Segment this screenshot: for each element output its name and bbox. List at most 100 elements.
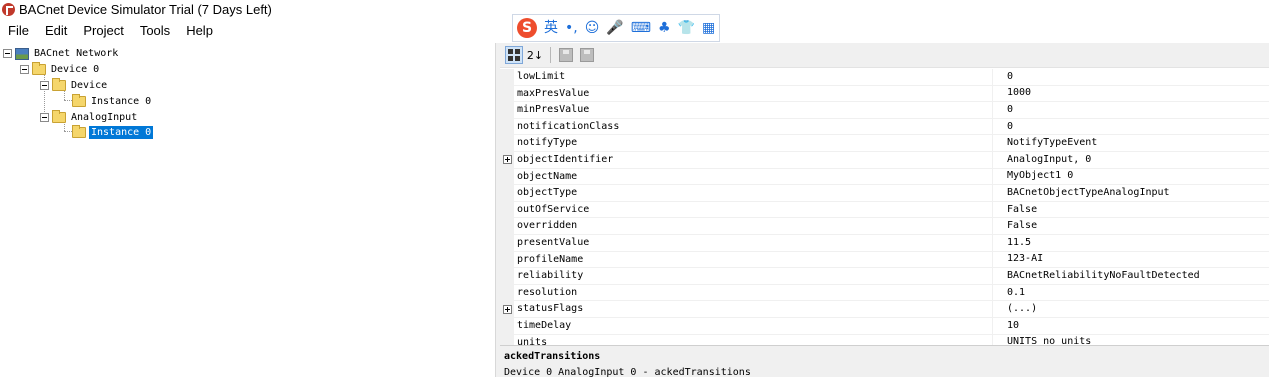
property-row-margin <box>500 185 514 201</box>
folder-icon <box>72 94 86 107</box>
property-value[interactable]: (...) <box>993 301 1037 317</box>
property-row-margin <box>500 251 514 268</box>
property-row[interactable]: lowLimit 0 <box>500 69 1269 86</box>
alphabetical-sort-button[interactable]: 2↓ <box>526 46 544 64</box>
property-row[interactable]: notificationClass 0 <box>500 118 1269 136</box>
property-value[interactable]: False <box>993 218 1037 234</box>
save-all-button[interactable] <box>578 46 596 64</box>
collapse-icon[interactable] <box>20 65 29 74</box>
categorized-view-button[interactable] <box>505 46 523 64</box>
property-row-margin <box>500 118 514 135</box>
property-name: outOfService <box>514 201 993 218</box>
tree-node-label: Device 0 <box>51 64 100 75</box>
property-row-margin <box>500 318 514 334</box>
property-value[interactable]: False <box>993 202 1037 218</box>
property-row[interactable]: objectIdentifier AnalogInput, 0 <box>500 152 1269 169</box>
window-title: BACnet Device Simulator Trial (7 Days Le… <box>19 1 272 17</box>
property-row-margin <box>500 301 514 317</box>
property-row[interactable]: statusFlags (...) <box>500 301 1269 318</box>
folder-icon <box>32 62 46 75</box>
property-name: resolution <box>514 284 993 301</box>
property-value[interactable]: UNITS_no_units <box>993 334 1091 345</box>
property-value[interactable]: 11.5 <box>993 235 1031 251</box>
property-row[interactable]: outOfService False <box>500 201 1269 219</box>
property-row[interactable]: objectType BACnetObjectTypeAnalogInput <box>500 185 1269 202</box>
folder-icon <box>52 78 66 91</box>
folder-open-icon <box>72 125 86 138</box>
save-icon <box>559 48 573 62</box>
property-row[interactable]: notifyType NotifyTypeEvent <box>500 135 1269 152</box>
tree-node-device[interactable]: Device <box>40 78 109 93</box>
property-value[interactable]: 0.1 <box>993 285 1025 301</box>
property-name: lowLimit <box>514 69 993 85</box>
property-value[interactable]: 0 <box>993 102 1013 118</box>
property-name: minPresValue <box>514 102 993 118</box>
ime-skin-icon[interactable]: 👕 <box>678 18 695 38</box>
property-name: timeDelay <box>514 318 993 334</box>
tree-node-label: Instance 0 <box>91 96 152 107</box>
property-row-margin <box>500 268 514 284</box>
property-value[interactable]: 1000 <box>993 85 1031 101</box>
menu-file[interactable]: File <box>0 20 37 42</box>
property-name: units <box>514 334 993 345</box>
tree-node-analoginput[interactable]: AnalogInput <box>40 110 139 125</box>
property-name: statusFlags <box>514 301 993 317</box>
tree-node-device-instance-0[interactable]: Instance 0 <box>72 94 153 109</box>
ime-emoji-icon[interactable]: ☺ <box>585 18 600 38</box>
property-value[interactable]: 0 <box>993 69 1013 85</box>
property-value[interactable]: 0 <box>993 119 1013 135</box>
property-row-margin <box>500 102 514 118</box>
tree-node-device-0[interactable]: Device 0 <box>20 62 101 77</box>
property-row-margin <box>500 152 514 168</box>
tree-node-network[interactable]: BACnet Network <box>3 46 120 61</box>
property-value[interactable]: 123-AI <box>993 251 1043 267</box>
tree-connector <box>64 100 72 101</box>
property-row[interactable]: profileName 123-AI <box>500 251 1269 269</box>
property-row[interactable]: reliability BACnetReliabilityNoFaultDetec… <box>500 268 1269 285</box>
property-row-margin <box>500 85 514 102</box>
ime-microphone-icon[interactable]: 🎤 <box>606 18 623 38</box>
tree-node-label: BACnet Network <box>34 48 119 59</box>
ime-apps-icon[interactable]: ▦ <box>702 18 715 38</box>
property-row-margin <box>500 235 514 251</box>
ime-toolbar: S 英 •, ☺ 🎤 ⌨ ♣ 👕 ▦ <box>512 14 720 42</box>
toolbar-separator <box>550 47 551 63</box>
property-row[interactable]: overridden False <box>500 218 1269 235</box>
property-value[interactable]: MyObject1 0 <box>993 168 1073 184</box>
expand-icon[interactable] <box>502 155 512 165</box>
expand-icon[interactable] <box>502 304 512 314</box>
ime-language-toggle[interactable]: 英 <box>544 18 558 38</box>
collapse-icon[interactable] <box>3 49 12 58</box>
property-value[interactable]: BACnetReliabilityNoFaultDetected <box>993 268 1200 284</box>
tree-node-label-selected: Instance 0 <box>89 126 154 139</box>
property-value[interactable]: NotifyTypeEvent <box>993 135 1097 151</box>
description-text: Device 0 AnalogInput 0 - ackedTransition… <box>504 367 751 377</box>
ime-keyboard-icon[interactable]: ⌨ <box>631 18 651 38</box>
collapse-icon[interactable] <box>40 81 49 90</box>
property-value[interactable]: BACnetObjectTypeAnalogInput <box>993 185 1170 201</box>
app-logo-icon <box>2 2 15 16</box>
property-value[interactable]: AnalogInput, 0 <box>993 152 1091 168</box>
property-value[interactable]: 10 <box>993 318 1019 334</box>
property-name: maxPresValue <box>514 85 993 102</box>
property-row[interactable]: units UNITS_no_units <box>500 334 1269 345</box>
ime-user-icon[interactable]: ♣ <box>658 18 671 38</box>
ime-logo-icon[interactable]: S <box>517 18 537 38</box>
property-name: profileName <box>514 251 993 268</box>
tree-node-analoginput-instance-0[interactable]: Instance 0 <box>72 125 154 140</box>
property-row[interactable]: maxPresValue 1000 <box>500 85 1269 103</box>
property-row[interactable]: timeDelay 10 <box>500 318 1269 335</box>
save-button[interactable] <box>557 46 575 64</box>
menu-tools[interactable]: Tools <box>132 20 178 42</box>
property-row[interactable]: resolution 0.1 <box>500 284 1269 302</box>
property-row[interactable]: minPresValue 0 <box>500 102 1269 119</box>
property-row[interactable]: presentValue 11.5 <box>500 235 1269 252</box>
property-row[interactable]: objectName MyObject1 0 <box>500 168 1269 186</box>
menu-project[interactable]: Project <box>75 20 131 42</box>
collapse-icon[interactable] <box>40 113 49 122</box>
menu-help[interactable]: Help <box>178 20 221 42</box>
tree-connector <box>64 131 72 132</box>
menu-edit[interactable]: Edit <box>37 20 75 42</box>
ime-punctuation-icon[interactable]: •, <box>565 18 578 38</box>
property-name: objectName <box>514 168 993 185</box>
